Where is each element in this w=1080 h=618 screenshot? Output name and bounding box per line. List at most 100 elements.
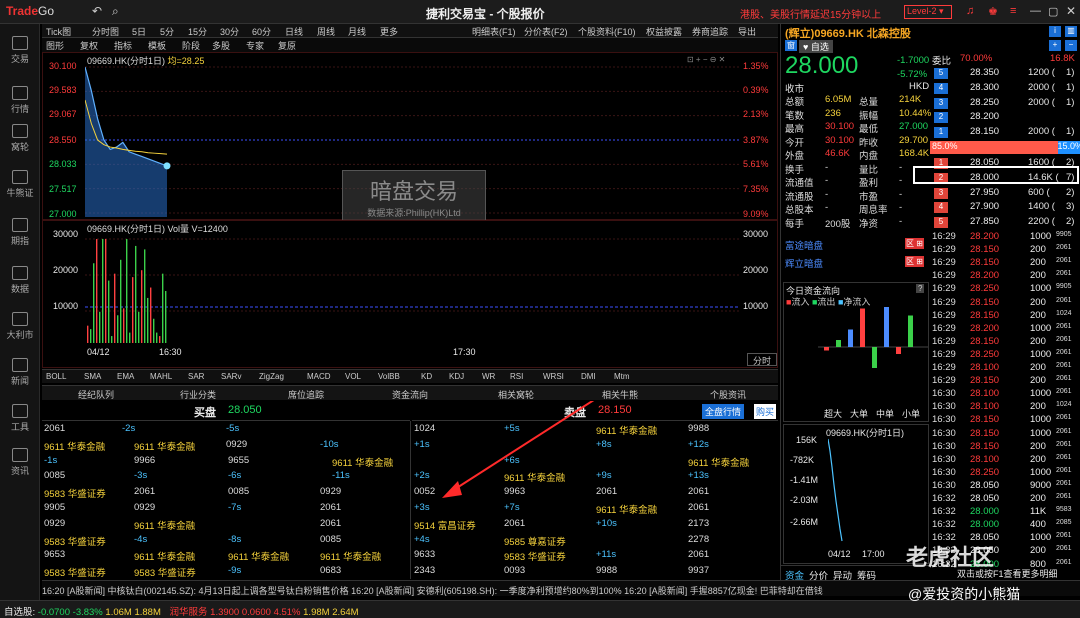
ask-level[interactable]: 5 28.350 1200 (1): [930, 66, 1080, 80]
sidebar-item-futures[interactable]: 期指: [0, 218, 40, 247]
tab-15min[interactable]: 15分: [188, 25, 207, 38]
ask-level[interactable]: 2 28.200: [930, 110, 1080, 124]
tool-multi[interactable]: 多股: [212, 39, 230, 52]
indicator-tab[interactable]: EMA: [117, 372, 134, 381]
tool-indicator[interactable]: 指标: [114, 39, 132, 52]
indicator-tab[interactable]: SAR: [188, 372, 204, 381]
indicator-tab[interactable]: WR: [482, 372, 495, 381]
volume-bar: [105, 239, 107, 343]
tab-capital-flow[interactable]: 资金流向: [392, 388, 428, 401]
pie-icon: [12, 266, 28, 280]
indicator-tab[interactable]: KDJ: [449, 372, 464, 381]
tab-stock-news[interactable]: 个股资讯: [710, 388, 746, 401]
tab-industry[interactable]: 行业分类: [180, 388, 216, 401]
tab-related-cbbc[interactable]: 相关牛熊: [602, 388, 638, 401]
ratio-volume: 16.8K: [1050, 53, 1075, 64]
ratio-bar-bid: 85.0%: [930, 141, 1058, 154]
indicator-tab[interactable]: WRSI: [543, 372, 564, 381]
sidebar-item-data[interactable]: 数据: [0, 266, 40, 295]
tab-detail[interactable]: 明细表(F1): [472, 25, 516, 38]
indicator-tab[interactable]: BOLL: [46, 372, 66, 381]
tool-shape[interactable]: 图形: [46, 39, 64, 52]
tab-profile[interactable]: 个股资料(F10): [578, 25, 636, 38]
ask-level[interactable]: 1 28.150 2000 (1): [930, 125, 1080, 139]
tab-export[interactable]: 导出: [738, 25, 756, 38]
ask-level[interactable]: 3 28.250 2000 (1): [930, 96, 1080, 110]
indicator-tab[interactable]: VOL: [345, 372, 361, 381]
close-icon[interactable]: ✕: [1066, 4, 1076, 18]
dark-link-badge[interactable]: 区 ⊞: [905, 238, 924, 249]
expand-button[interactable]: +: [1049, 40, 1061, 51]
tool-adjust[interactable]: 复权: [80, 39, 98, 52]
back-icon[interactable]: ↶: [92, 4, 102, 18]
stat-value: 200股: [825, 218, 851, 230]
bid-level[interactable]: 3 27.950 600 (2): [930, 186, 1080, 200]
sidebar-item-info[interactable]: 资讯: [0, 448, 40, 477]
tab-broker-queue[interactable]: 经纪队列: [78, 388, 114, 401]
indicator-tab[interactable]: Mtm: [614, 372, 630, 381]
level-select[interactable]: Level-2 ▾: [904, 5, 952, 19]
sidebar-item-tools[interactable]: 工具: [0, 404, 40, 433]
dark-link-badge[interactable]: 区 ⊞: [905, 256, 924, 267]
tab-daily[interactable]: 日线: [285, 25, 303, 38]
tab-30min[interactable]: 30分: [220, 25, 239, 38]
indicator-tab[interactable]: KD: [421, 372, 432, 381]
indicator-tab[interactable]: SARv: [221, 372, 241, 381]
cap-x-label: 大单: [850, 409, 869, 419]
tab-related-warrants[interactable]: 相关窝轮: [498, 388, 534, 401]
tool-reset[interactable]: 复原: [278, 39, 296, 52]
sidebar-item-daleishi[interactable]: 大利市: [0, 312, 40, 341]
tab-seat-track[interactable]: 席位追踪: [288, 388, 324, 401]
chart-zoom-buttons[interactable]: ⊡ + − ⊖ ✕: [687, 55, 739, 65]
sidebar-item-cbbc[interactable]: 牛熊证: [0, 170, 40, 199]
price-tick: 28.033: [49, 159, 77, 169]
collapse-button[interactable]: −: [1065, 40, 1077, 51]
tab-60min[interactable]: 60分: [252, 25, 271, 38]
indicator-tab[interactable]: ZigZag: [259, 372, 284, 381]
tab-intraday[interactable]: 分时图: [92, 25, 119, 38]
tab-more[interactable]: 更多: [380, 25, 398, 38]
tab-price-dist[interactable]: 分价表(F2): [524, 25, 568, 38]
indicator-tab[interactable]: MACD: [307, 372, 331, 381]
tab-weekly[interactable]: 周线: [317, 25, 335, 38]
indicator-tab[interactable]: RSI: [510, 372, 523, 381]
search-icon[interactable]: ⌕: [112, 4, 119, 19]
sidebar-item-warrants[interactable]: 窝轮: [0, 124, 40, 153]
volume-bar: [132, 277, 134, 343]
bell-icon[interactable]: ♫: [966, 5, 974, 17]
shirt-icon[interactable]: ♚: [988, 5, 998, 18]
bid-level[interactable]: 5 27.850 2200 (2): [930, 215, 1080, 229]
tab-broker-track[interactable]: 券商追踪: [692, 25, 728, 38]
menu-icon[interactable]: ≡: [1010, 5, 1016, 17]
tool-template[interactable]: 模板: [148, 39, 166, 52]
minimize-icon[interactable]: —: [1030, 5, 1041, 17]
tool-expert[interactable]: 专家: [246, 39, 264, 52]
help-icon[interactable]: ?: [916, 284, 925, 293]
futu-dark-link[interactable]: 富途暗盘: [785, 238, 823, 252]
level-badge: 5: [934, 217, 948, 229]
maximize-icon[interactable]: ▢: [1048, 5, 1058, 18]
sidebar-item-news[interactable]: 新闻: [0, 358, 40, 387]
sidebar-item-quotes[interactable]: 行情: [0, 86, 40, 115]
tab-tick[interactable]: Tick图: [46, 25, 71, 38]
tick-broker: 1024: [1056, 309, 1072, 317]
tool-stage[interactable]: 阶段: [182, 39, 200, 52]
indicator-tab[interactable]: DMI: [581, 372, 596, 381]
indicator-tab[interactable]: VolBB: [378, 372, 400, 381]
tick-list[interactable]: 16:29 28.200 1000 9905 16:29 28.150 200 2061 16:…: [930, 231, 1080, 581]
info-button[interactable]: i: [1049, 26, 1061, 37]
indicator-tab[interactable]: MAHL: [150, 372, 172, 381]
tab-monthly[interactable]: 月线: [348, 25, 366, 38]
volume-bar: [138, 311, 140, 343]
tab-5min[interactable]: 5分: [160, 25, 174, 38]
indicator-tab[interactable]: SMA: [84, 372, 101, 381]
tab-disclosure[interactable]: 权益披露: [646, 25, 682, 38]
watch-stock2[interactable]: 润华服务: [170, 607, 208, 618]
ask-level[interactable]: 4 28.300 2000 (1): [930, 81, 1080, 95]
tab-5day[interactable]: 5日: [132, 25, 146, 38]
sidebar-item-trade[interactable]: 交易: [0, 36, 40, 65]
split-button[interactable]: ▥: [1065, 26, 1077, 37]
phillip-dark-link[interactable]: 辉立暗盘: [785, 256, 823, 270]
bid-level[interactable]: 4 27.900 1400 (3): [930, 200, 1080, 214]
intraday-toggle-button[interactable]: 分时: [747, 353, 777, 366]
